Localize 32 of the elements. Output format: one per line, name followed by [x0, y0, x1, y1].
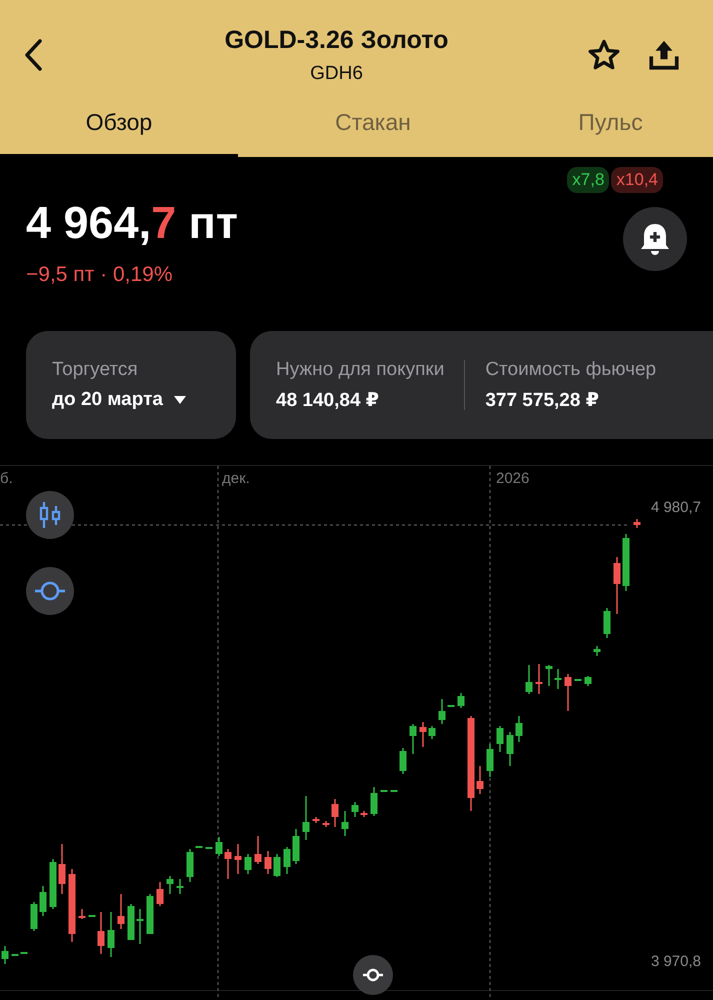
level-tool-button[interactable]: [26, 567, 74, 615]
card-label: Стоимость фьючер: [485, 358, 656, 380]
multiplier-badge: x7,8: [567, 167, 610, 193]
low-price-label: 3 970,8: [650, 953, 701, 970]
card-label: Нужно для покупки: [276, 358, 444, 380]
price-value: 4 964,7 пт: [26, 197, 238, 249]
card-label: Торгуется: [52, 359, 139, 381]
candlestick-icon: [37, 501, 63, 529]
tab[interactable]: Стакан: [238, 105, 508, 157]
instrument-title: GOLD-3.26 Золото: [224, 26, 448, 54]
card-value: 48 140,84 ₽: [276, 388, 380, 412]
back-icon[interactable]: [22, 38, 44, 72]
card-value[interactable]: до 20 марта: [52, 389, 187, 411]
ticker-code: GDH6: [310, 62, 363, 84]
crosshair-icon: [362, 968, 384, 982]
tab[interactable]: Пульс: [508, 105, 713, 157]
star-icon[interactable]: [587, 38, 621, 72]
multiplier-badge: x10,4: [611, 167, 663, 193]
info-card[interactable]: Торгуется до 20 марта: [26, 331, 236, 439]
candles-toggle-button[interactable]: [26, 491, 74, 539]
crosshair-icon: [34, 580, 66, 602]
card-value: 377 575,28 ₽: [485, 388, 600, 412]
high-price-label: 4 980,7: [650, 499, 701, 516]
time-axis-label: дек.: [222, 470, 250, 487]
price-change: −9,5 пт · 0,19%: [26, 263, 174, 287]
bell-icon: [638, 221, 672, 257]
time-axis-label: 2026: [496, 470, 530, 487]
caret-icon: [172, 395, 187, 405]
reset-view-button[interactable]: [353, 955, 393, 995]
share-icon[interactable]: [647, 38, 681, 72]
time-axis-label: б.: [0, 470, 13, 487]
tab[interactable]: Обзор: [0, 105, 238, 157]
